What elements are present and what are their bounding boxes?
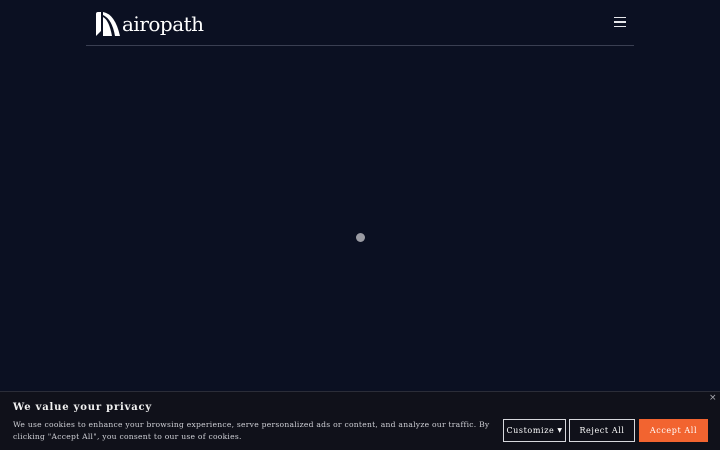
cookie-banner-title: We value your privacy (13, 402, 153, 413)
close-icon[interactable]: × (709, 393, 717, 403)
airopath-logo[interactable]: airopath (95, 10, 204, 38)
cookie-banner-text: We use cookies to enhance your browsing … (13, 420, 490, 441)
customize-button-label: Customize (506, 426, 555, 435)
cookie-consent-banner: × We value your privacy We use cookies t… (0, 391, 720, 450)
logo-text: airopath (122, 12, 204, 36)
accept-all-button[interactable]: Accept All (639, 419, 708, 442)
airopath-logo-icon (96, 12, 120, 36)
chevron-down-icon: ▼ (557, 427, 563, 434)
reject-all-button[interactable]: Reject All (569, 419, 635, 442)
site-header: airopath (86, 0, 634, 46)
customize-button[interactable]: Customize ▼ (503, 419, 566, 442)
hamburger-menu-icon[interactable] (614, 17, 627, 28)
loading-dot-icon (356, 233, 365, 242)
